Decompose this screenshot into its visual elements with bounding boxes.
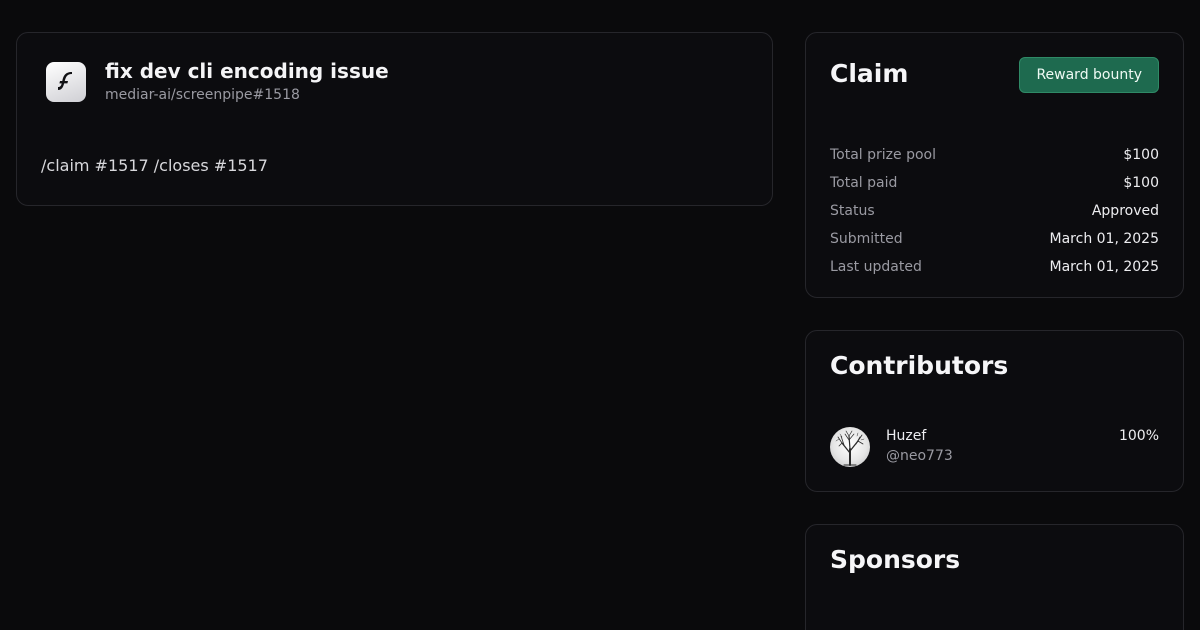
stat-row-submitted: Submitted March 01, 2025 bbox=[830, 225, 1159, 253]
stat-label: Submitted bbox=[830, 231, 903, 247]
screenpipe-logo-icon bbox=[46, 62, 86, 102]
reward-bounty-button[interactable]: Reward bounty bbox=[1019, 57, 1159, 93]
stat-value: $100 bbox=[1123, 147, 1159, 163]
claim-heading: Claim bbox=[830, 59, 909, 88]
stat-value: $100 bbox=[1123, 175, 1159, 191]
contributors-heading: Contributors bbox=[830, 351, 1009, 380]
contributors-card: Contributors Huzef @neo773 100% bbox=[805, 330, 1184, 492]
claim-stats: Total prize pool $100 Total paid $100 St… bbox=[830, 141, 1159, 281]
sponsors-heading: Sponsors bbox=[830, 545, 961, 574]
claim-card: Claim Reward bounty Total prize pool $10… bbox=[805, 32, 1184, 298]
status-badge: Approved bbox=[1091, 203, 1159, 219]
contributor-name[interactable]: Huzef bbox=[886, 428, 926, 444]
stat-label: Total prize pool bbox=[830, 147, 936, 163]
stat-row-total-prize-pool: Total prize pool $100 bbox=[830, 141, 1159, 169]
stat-label: Total paid bbox=[830, 175, 898, 191]
issue-title[interactable]: fix dev cli encoding issue bbox=[105, 59, 389, 83]
stat-row-total-paid: Total paid $100 bbox=[830, 169, 1159, 197]
stat-row-status: Status Approved bbox=[830, 197, 1159, 225]
avatar[interactable] bbox=[830, 427, 870, 467]
contributor-row[interactable]: Huzef @neo773 100% bbox=[830, 427, 1159, 469]
stat-label: Status bbox=[830, 203, 875, 219]
bounty-page: fix dev cli encoding issue mediar-ai/scr… bbox=[0, 0, 1200, 630]
contributor-share: 100% bbox=[1118, 428, 1159, 444]
stat-value: March 01, 2025 bbox=[1049, 231, 1159, 247]
stat-value: March 01, 2025 bbox=[1049, 259, 1159, 275]
stat-row-last-updated: Last updated March 01, 2025 bbox=[830, 253, 1159, 281]
contributor-handle[interactable]: @neo773 bbox=[886, 448, 953, 464]
issue-body: /claim #1517 /closes #1517 bbox=[41, 156, 268, 175]
sponsors-card: Sponsors bbox=[805, 524, 1184, 630]
stat-label: Last updated bbox=[830, 259, 922, 275]
issue-card: fix dev cli encoding issue mediar-ai/scr… bbox=[16, 32, 773, 206]
issue-reference[interactable]: mediar-ai/screenpipe#1518 bbox=[105, 87, 300, 103]
